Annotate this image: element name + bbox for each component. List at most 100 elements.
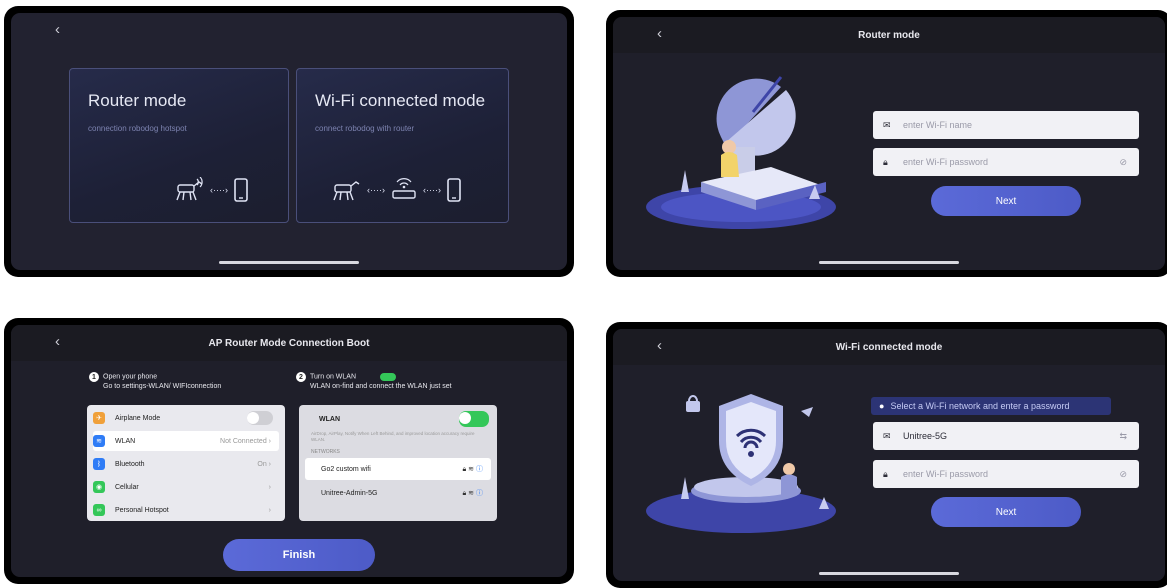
wifi-password-placeholder: enter Wi-Fi password	[903, 469, 989, 479]
link-dots: ‹····›	[210, 185, 228, 195]
airplane-icon: ✈	[93, 412, 105, 424]
wifi-name-input[interactable]: ✉ enter Wi-Fi name	[873, 111, 1139, 139]
wlan-toggle-icon	[380, 372, 396, 381]
home-indicator[interactable]	[219, 261, 359, 264]
lock-icon: 🔒︎	[883, 156, 888, 167]
wifi-password-input[interactable]: 🔒︎ enter Wi-Fi password ⊘	[873, 460, 1139, 488]
back-icon[interactable]: ‹	[657, 26, 671, 43]
back-icon[interactable]: ‹	[55, 334, 69, 351]
step-2-line1: Turn on WLAN	[310, 373, 357, 381]
link-dots: ‹····›	[422, 185, 441, 195]
phone-icon	[447, 178, 461, 202]
back-icon[interactable]: ‹	[657, 338, 671, 355]
wifi-select-field[interactable]: ✉ Unitree-5G ⇆	[873, 422, 1139, 450]
bluetooth-icon: ᛒ	[93, 458, 105, 470]
eye-hidden-icon[interactable]: ⊘	[1119, 469, 1127, 480]
card-subtitle: connect robodog with router	[315, 124, 415, 133]
wlan-toggle[interactable]	[459, 411, 489, 427]
settings-label: Airplane Mode	[115, 414, 161, 422]
phone-icon	[234, 178, 248, 202]
next-button-label: Next	[995, 506, 1017, 518]
back-icon[interactable]: ‹	[55, 22, 69, 39]
notice-text: Select a Wi-Fi network and enter a passw…	[890, 401, 1070, 411]
settings-value: ›	[268, 483, 271, 491]
nav-bar: AP Router Mode Connection Boot	[11, 325, 567, 361]
settings-row-cellular[interactable]: ◉ Cellular ›	[93, 477, 279, 497]
router-icon	[392, 178, 416, 199]
eye-hidden-icon[interactable]: ⊘	[1119, 157, 1127, 168]
robodog-icon	[333, 181, 360, 201]
instruction-notice: ● Select a Wi-Fi network and enter a pas…	[871, 397, 1111, 415]
network-row[interactable]: Go2 custom wifi 🔒︎ ≋ ⓘ	[305, 458, 491, 480]
step-2-line2: WLAN on-find and connect the WLAN just s…	[310, 383, 452, 390]
router-mode-card[interactable]: Router mode connection robodog hotspot ‹…	[69, 68, 289, 223]
wifi-name-placeholder: enter Wi-Fi name	[903, 120, 973, 130]
wlan-label: WLAN	[319, 415, 340, 423]
network-row[interactable]: Unitree-Admin-5G 🔒︎ ≋ ⓘ	[305, 482, 491, 504]
next-button-label: Next	[995, 195, 1017, 207]
screen-wifi-connected: Wi-Fi connected mode ‹ ● Select a Wi-Fi …	[606, 322, 1167, 588]
swap-icon[interactable]: ⇆	[1119, 431, 1127, 442]
nav-bar: Wi-Fi connected mode	[613, 329, 1165, 365]
envelope-icon: ✉	[883, 119, 891, 130]
info-icon: ⓘ	[476, 490, 483, 497]
next-button[interactable]: Next	[931, 497, 1081, 527]
settings-value: ›	[268, 506, 271, 514]
wifi-connected-mode-card[interactable]: Wi-Fi connected mode connect robodog wit…	[296, 68, 509, 223]
page-title: Router mode	[858, 29, 920, 41]
wlan-note: AirDrop, AirPlay, Notify When Left Behin…	[311, 431, 475, 442]
cellular-icon: ◉	[93, 481, 105, 493]
settings-row-airplane[interactable]: ✈ Airplane Mode	[93, 408, 279, 428]
hotspot-icon: ∞	[93, 504, 105, 516]
wifi-icon: ≋	[93, 435, 105, 447]
screen-ap-router-boot: AP Router Mode Connection Boot ‹ 1 Open y…	[4, 318, 574, 584]
settings-row-bluetooth[interactable]: ᛒ Bluetooth On ›	[93, 454, 279, 474]
shield-wifi-illustration	[646, 394, 836, 533]
wifi-selected-value: Unitree-5G	[903, 431, 948, 441]
settings-row-hotspot[interactable]: ∞ Personal Hotspot ›	[93, 500, 279, 520]
screen-mode-select: ‹ Router mode connection robodog hotspot…	[4, 6, 574, 277]
lock-icon: 🔒︎	[883, 468, 888, 479]
step-1: 1 Open your phone Go to settings-WLAN/ WI…	[89, 372, 221, 391]
settings-value: On ›	[257, 460, 271, 468]
card-title: Wi-Fi connected mode	[315, 91, 486, 110]
settings-label: Bluetooth	[115, 460, 145, 468]
connection-diagram: ‹····›	[170, 177, 248, 203]
step-1-number: 1	[89, 372, 99, 382]
wlan-toggle-row[interactable]: WLAN	[305, 410, 491, 428]
next-button[interactable]: Next	[931, 186, 1081, 216]
card-title: Router mode	[88, 91, 187, 110]
settings-label: Cellular	[115, 483, 139, 491]
link-dots: ‹····›	[367, 185, 385, 195]
wlan-panel: WLAN AirDrop, AirPlay, Notify When Left …	[299, 405, 497, 521]
wifi-password-placeholder: enter Wi-Fi password	[903, 157, 989, 167]
step-2: 2 Turn on WLAN WLAN on-find and connect t…	[296, 372, 452, 391]
screen-router-mode: Router mode ‹ ✉ enter Wi-Fi name 🔒︎ ente…	[606, 10, 1167, 277]
page-title: AP Router Mode Connection Boot	[208, 337, 370, 349]
satellite-illustration	[646, 76, 836, 229]
network-status-icons: 🔒︎ ≋ ⓘ	[462, 490, 483, 497]
robodog-icon	[176, 177, 203, 201]
finish-button[interactable]: Finish	[223, 539, 375, 571]
wifi-password-input[interactable]: 🔒︎ enter Wi-Fi password ⊘	[873, 148, 1139, 176]
envelope-icon: ✉	[883, 430, 891, 441]
settings-label: Personal Hotspot	[115, 506, 169, 514]
connection-diagram: ‹····› ‹····›	[327, 177, 461, 203]
network-name: Go2 custom wifi	[321, 465, 371, 473]
settings-value: Not Connected ›	[220, 437, 271, 445]
airplane-toggle[interactable]	[247, 411, 273, 425]
networks-header: NETWORKS	[311, 449, 340, 455]
info-icon: ⓘ	[476, 466, 483, 473]
info-icon: ●	[879, 401, 885, 411]
finish-button-label: Finish	[282, 549, 316, 561]
settings-label: WLAN	[115, 437, 136, 445]
page-title: Wi-Fi connected mode	[835, 341, 943, 353]
nav-bar: Router mode	[613, 17, 1165, 53]
network-name: Unitree-Admin-5G	[321, 489, 378, 497]
step-2-number: 2	[296, 372, 306, 382]
network-status-icons: 🔒︎ ≋ ⓘ	[462, 466, 483, 473]
home-indicator[interactable]	[819, 261, 959, 264]
step-1-line1: Open your phone	[103, 373, 158, 381]
settings-row-wlan[interactable]: ≋ WLAN Not Connected ›	[93, 431, 279, 451]
home-indicator[interactable]	[819, 572, 959, 575]
